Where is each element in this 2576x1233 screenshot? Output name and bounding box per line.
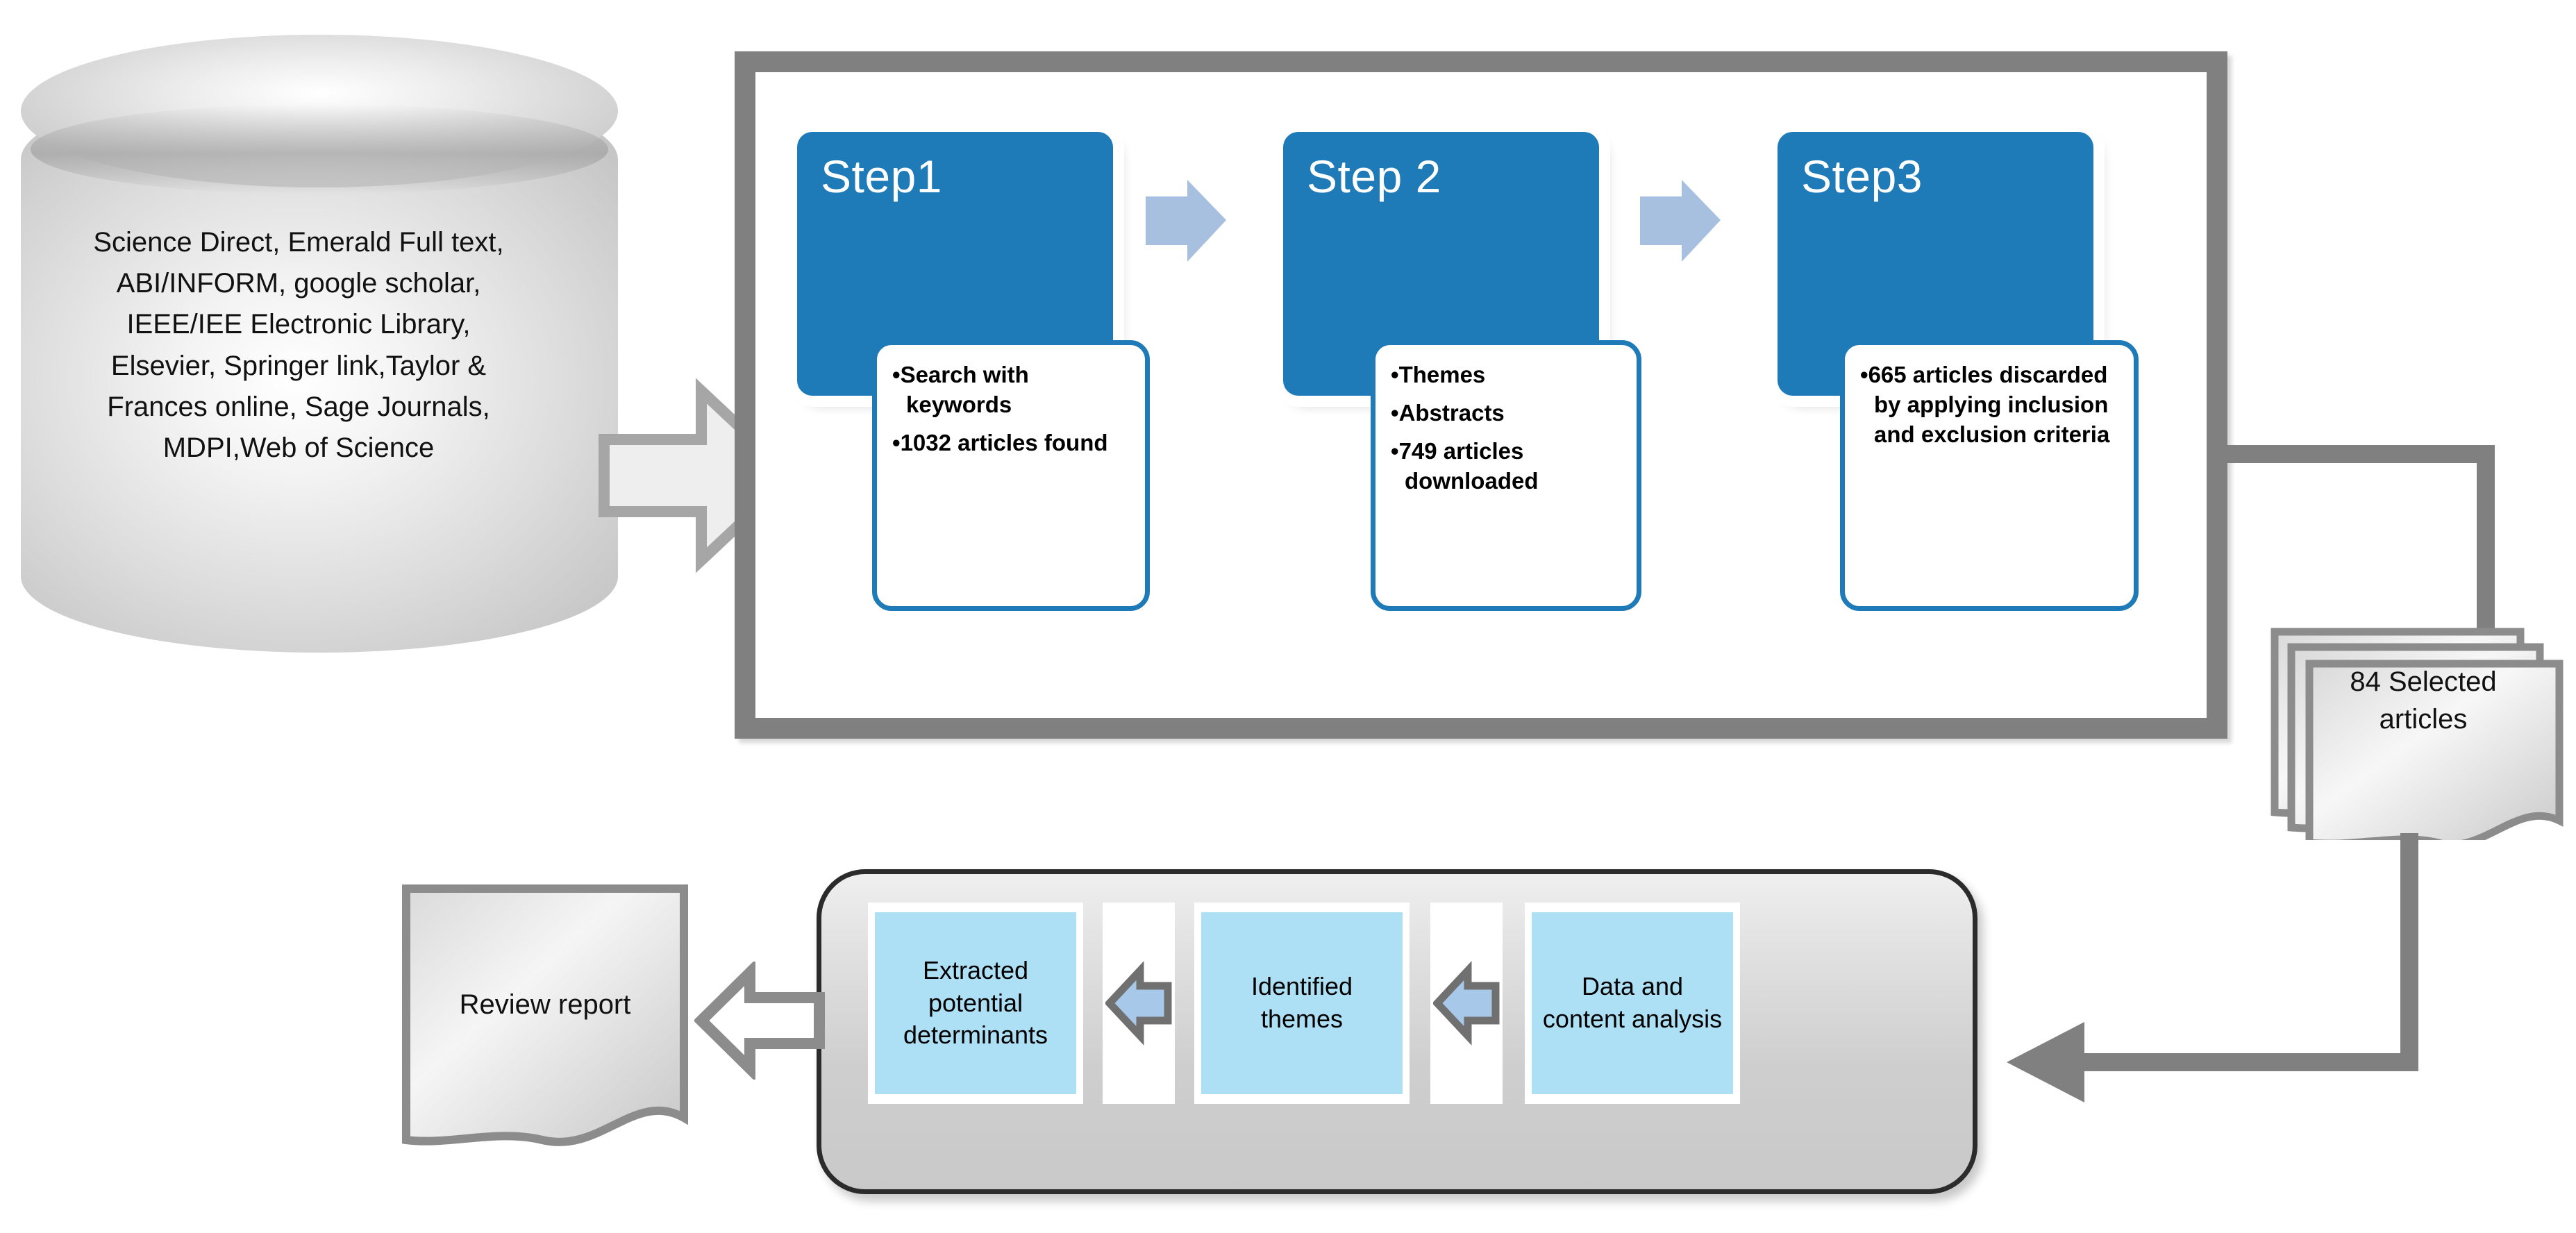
step-1-bullet: 1032 articles found <box>892 428 1131 458</box>
step-2-bullet: 749 articles downloaded <box>1391 437 1623 496</box>
database-line: ABI/INFORM, google scholar, <box>116 268 481 299</box>
step-2-label: Step 2 <box>1307 151 1441 202</box>
selected-articles-line-2: articles <box>2379 704 2468 735</box>
analysis-cell-data-content-analysis[interactable]: Data and content analysis <box>1525 903 1740 1104</box>
analysis-cell-identified-themes[interactable]: Identified themes <box>1194 903 1410 1104</box>
step-1-bullet: Search with keywords <box>892 360 1131 420</box>
database-line: Elsevier, Springer link,Taylor & <box>110 350 487 381</box>
step-2-bullet: Themes <box>1391 360 1623 390</box>
analysis-cell-label: Identified themes <box>1201 912 1403 1094</box>
right-arrow-icon <box>1144 177 1228 267</box>
step-1-callout: Search with keywords 1032 articles found <box>872 340 1150 611</box>
database-line: MDPI,Web of Science <box>162 432 435 463</box>
step-3-callout: 665 articles discarded by applying inclu… <box>1840 340 2139 611</box>
analysis-cell-label: Extracted potential determinants <box>875 912 1076 1094</box>
analysis-cell-extracted-determinants[interactable]: Extracted potential determinants <box>868 903 1083 1104</box>
review-report-document <box>399 882 691 1159</box>
review-report-label: Review report <box>459 989 631 1020</box>
right-arrow-icon <box>1639 177 1722 267</box>
step-3-bullet: 665 articles discarded by applying inclu… <box>1860 360 2120 450</box>
step-1-label: Step1 <box>821 151 942 202</box>
step-3-label: Step3 <box>1801 151 1923 202</box>
left-arrow-icon <box>1430 903 1503 1104</box>
step-2-bullet: Abstracts <box>1391 399 1623 428</box>
selected-articles-line-1: 84 Selected <box>2350 666 2497 697</box>
left-arrow-icon <box>1103 903 1175 1104</box>
selected-articles-label: 84 Selected articles <box>2305 663 2541 738</box>
database-line: Science Direct, Emerald Full text, <box>93 227 504 258</box>
elbow-connector-icon <box>2215 160 2548 646</box>
step-2-callout: Themes Abstracts 749 articles downloaded <box>1371 340 1641 611</box>
elbow-arrow-icon <box>1993 791 2562 1159</box>
database-line: IEEE/IEE Electronic Library, <box>126 309 471 340</box>
database-source-list: Science Direct, Emerald Full text, ABI/I… <box>14 222 583 469</box>
database-line: Frances online, Sage Journals, <box>107 391 490 422</box>
cylinder-lip <box>31 104 608 194</box>
analysis-cell-label: Data and content analysis <box>1532 912 1733 1094</box>
left-arrow-icon <box>693 959 826 1082</box>
